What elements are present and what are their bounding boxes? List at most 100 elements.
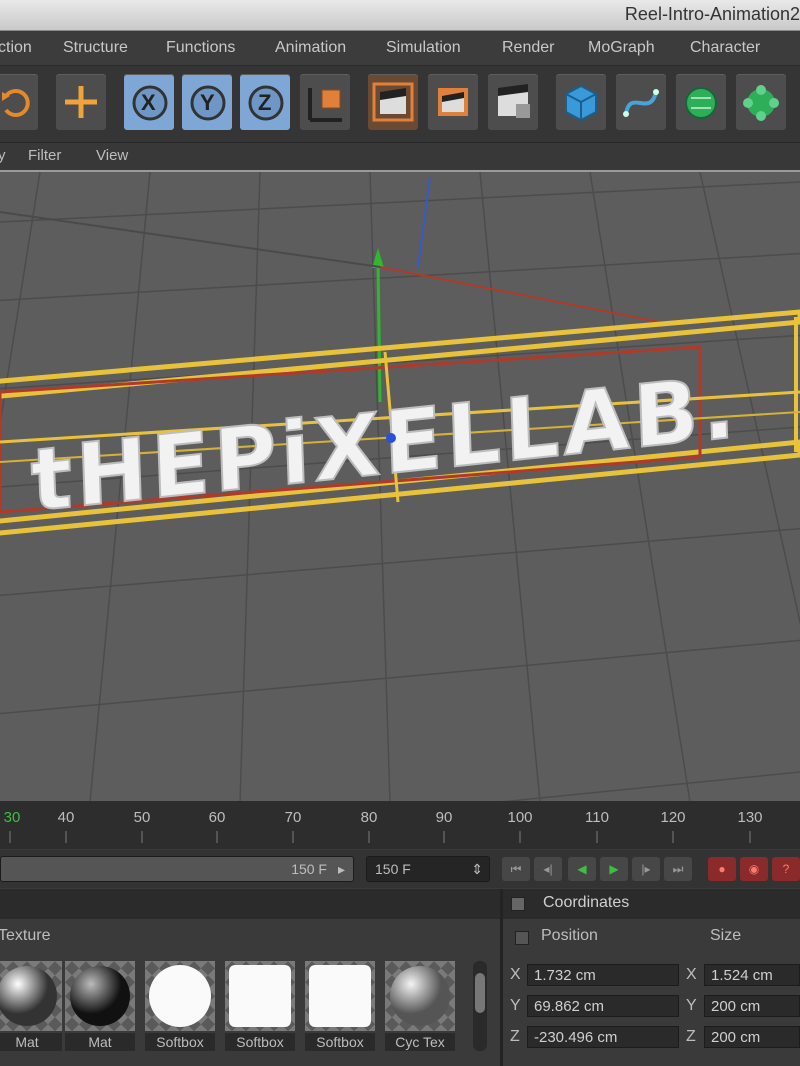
coordinates-header: Coordinates: [503, 889, 800, 919]
material-preview: [145, 961, 215, 1031]
menu-item-render[interactable]: Render: [502, 39, 554, 57]
timeline-tick: 60: [208, 809, 226, 826]
rotate-button[interactable]: [0, 74, 38, 130]
size-x-label: X: [686, 966, 697, 983]
spline-button[interactable]: [616, 74, 666, 130]
menu-bar: ction Structure Functions Animation Simu…: [0, 31, 800, 66]
next-key-button[interactable]: |▸: [632, 857, 660, 881]
render-settings-button[interactable]: [488, 74, 538, 130]
keyframe-selection-button[interactable]: ?: [772, 857, 800, 881]
material-name: Softbox: [225, 1033, 295, 1051]
autokey-icon: ◉: [748, 862, 760, 876]
array-button[interactable]: [736, 74, 786, 130]
timeline-tick: 80: [360, 809, 378, 826]
material-item[interactable]: Softbox: [305, 961, 375, 1053]
autokey-button[interactable]: ◉: [740, 857, 768, 881]
material-preview: [385, 961, 455, 1031]
material-preview: [225, 961, 295, 1031]
material-item[interactable]: Mat: [0, 961, 62, 1053]
size-y-field[interactable]: 200 cm: [704, 995, 800, 1017]
coordinate-system-button[interactable]: [300, 74, 350, 130]
goto-end-icon: ⏭: [672, 862, 684, 876]
x-axis-button[interactable]: X: [124, 74, 174, 130]
viewport-menu-display[interactable]: y: [0, 147, 6, 164]
render-view-button[interactable]: [368, 74, 418, 130]
material-item[interactable]: Mat: [65, 961, 135, 1053]
stepper-icon: ⇕: [471, 861, 483, 877]
position-x-label: X: [510, 966, 521, 983]
material-item[interactable]: Cyc Tex: [385, 961, 455, 1053]
menu-item-simulation[interactable]: Simulation: [386, 39, 461, 57]
size-y-label: Y: [686, 997, 697, 1014]
object-axis-center[interactable]: [386, 433, 396, 443]
play-backward-button[interactable]: ◀: [568, 857, 596, 881]
nurbs-button[interactable]: [676, 74, 726, 130]
coordinate-system-icon: [308, 88, 342, 122]
position-checkbox[interactable]: [515, 931, 529, 945]
timeline-tick: 30: [3, 809, 21, 826]
prev-key-button[interactable]: ◂|: [534, 857, 562, 881]
render-picture-viewer-icon: [438, 88, 468, 116]
render-picture-viewer-button[interactable]: [428, 74, 478, 130]
move-button[interactable]: [56, 74, 106, 130]
timeline-tick: 100: [507, 809, 533, 826]
toolbar: X Y Z: [0, 66, 800, 143]
3d-viewport[interactable]: tHEPiXELLAB.: [0, 170, 800, 802]
viewport-menu-filter[interactable]: Filter: [28, 147, 61, 164]
keyframe-selection-icon: ?: [782, 862, 790, 876]
position-z-field[interactable]: -230.496 cm: [527, 1026, 679, 1048]
nurbs-icon: [685, 87, 717, 119]
viewport-menu: y Filter View: [0, 143, 800, 169]
viewport-menu-view[interactable]: View: [96, 147, 128, 164]
menu-item-character[interactable]: Character: [690, 39, 760, 57]
material-name: Cyc Tex: [385, 1033, 455, 1051]
position-y-field[interactable]: 69.862 cm: [527, 995, 679, 1017]
current-frame-field[interactable]: 150 F ⇕: [366, 856, 490, 882]
goto-end-button[interactable]: ⏭: [664, 857, 692, 881]
material-scrollbar-thumb[interactable]: [475, 973, 485, 1013]
coordinates-manager: Coordinates Position Size X 1.732 cm X 1…: [503, 889, 800, 1066]
rotate-icon: [2, 89, 30, 117]
render-view-icon: [372, 82, 414, 122]
end-frame-field[interactable]: 150 F ▸: [0, 856, 354, 882]
material-preview: [65, 961, 135, 1031]
end-frame-value: 150 F: [291, 861, 327, 877]
next-key-icon: |▸: [641, 862, 651, 876]
material-item[interactable]: Softbox: [145, 961, 215, 1053]
position-y-label: Y: [510, 997, 521, 1014]
material-item[interactable]: Softbox: [225, 961, 295, 1053]
play-backward-icon: ◀: [577, 862, 587, 876]
menu-item-structure[interactable]: Structure: [63, 39, 128, 57]
menu-item-animation[interactable]: Animation: [275, 39, 346, 57]
material-scrollbar[interactable]: [473, 961, 487, 1051]
size-x-field[interactable]: 1.524 cm: [704, 964, 800, 986]
timeline-tick: 40: [57, 809, 75, 826]
goto-start-button[interactable]: ⏮: [502, 857, 530, 881]
prev-key-icon: ◂|: [543, 862, 553, 876]
cube-button[interactable]: [556, 74, 606, 130]
timeline-tick: 70: [284, 809, 302, 826]
menu-item-mograph[interactable]: MoGraph: [588, 39, 655, 57]
record-button[interactable]: ●: [708, 857, 736, 881]
play-forward-button[interactable]: ▶: [600, 857, 628, 881]
material-menu-texture[interactable]: Texture: [0, 927, 50, 945]
z-axis-button[interactable]: Z: [240, 74, 290, 130]
timeline-ruler[interactable]: 30 40 50 60 70 80 90 100 110 120 130: [0, 801, 800, 849]
position-x-field[interactable]: 1.732 cm: [527, 964, 679, 986]
y-axis-button[interactable]: Y: [182, 74, 232, 130]
size-z-field[interactable]: 200 cm: [704, 1026, 800, 1048]
material-preview: [305, 961, 375, 1031]
cube-icon: [565, 84, 597, 122]
title-bar: Reel-Intro-Animation2: [0, 0, 800, 31]
move-icon: [65, 86, 97, 118]
z-axis-label: Z: [258, 90, 272, 115]
timeline-tick: 50: [133, 809, 151, 826]
material-name: Softbox: [305, 1033, 375, 1051]
timeline-tick: 130: [737, 809, 763, 826]
panel-grip-icon: [511, 897, 525, 911]
render-settings-icon: [498, 84, 530, 118]
menu-item-functions[interactable]: Functions: [166, 39, 235, 57]
menu-item-selection[interactable]: ction: [0, 39, 32, 57]
goto-start-icon: ⏮: [510, 862, 522, 876]
viewport-canvas[interactable]: tHEPiXELLAB.: [0, 172, 800, 802]
